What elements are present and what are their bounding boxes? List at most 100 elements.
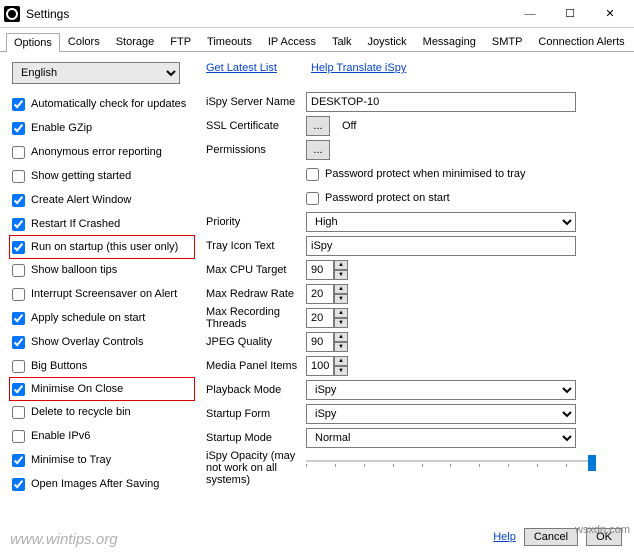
tab-ftp[interactable]: FTP: [162, 32, 199, 51]
watermark2: wsxdn.com: [575, 524, 630, 536]
language-select[interactable]: English: [12, 62, 180, 84]
max-rec-up[interactable]: ▲: [334, 308, 348, 318]
ipv6-label: Enable IPv6: [31, 430, 90, 442]
alert-window-label: Create Alert Window: [31, 194, 131, 206]
priority-select[interactable]: High: [306, 212, 576, 232]
apply-sched-label: Apply schedule on start: [31, 312, 145, 324]
pw-start-label: Password protect on start: [325, 192, 450, 204]
recycle-checkbox[interactable]: [12, 406, 25, 419]
jpeg-label: JPEG Quality: [206, 336, 306, 348]
jpeg-down[interactable]: ▼: [334, 342, 348, 352]
media-items-down[interactable]: ▼: [334, 366, 348, 376]
max-rec-down[interactable]: ▼: [334, 318, 348, 328]
open-after-save-label: Open Images After Saving: [31, 478, 159, 490]
restart-crash-checkbox[interactable]: [12, 218, 25, 231]
tab-smtp[interactable]: SMTP: [484, 32, 531, 51]
slider-thumb-icon[interactable]: [588, 455, 596, 471]
open-after-save-checkbox[interactable]: [12, 478, 25, 491]
max-redraw-input[interactable]: [306, 284, 334, 304]
balloon-label: Show balloon tips: [31, 264, 117, 276]
interrupt-ss-checkbox[interactable]: [12, 288, 25, 301]
minimise-close-label: Minimise On Close: [31, 383, 123, 395]
help-link[interactable]: Help: [493, 531, 516, 543]
tab-ip-access[interactable]: IP Access: [260, 32, 324, 51]
gzip-checkbox[interactable]: [12, 122, 25, 135]
server-name-label: iSpy Server Name: [206, 96, 306, 108]
tab-talk[interactable]: Talk: [324, 32, 360, 51]
startup-form-select[interactable]: iSpy: [306, 404, 576, 424]
playback-label: Playback Mode: [206, 384, 306, 396]
balloon-checkbox[interactable]: [12, 264, 25, 277]
opacity-slider[interactable]: [306, 450, 596, 467]
getting-started-label: Show getting started: [31, 170, 131, 182]
pw-start-checkbox[interactable]: [306, 192, 319, 205]
jpeg-input[interactable]: [306, 332, 334, 352]
tray-text-input[interactable]: [306, 236, 576, 256]
alert-window-checkbox[interactable]: [12, 194, 25, 207]
tab-options[interactable]: Options: [6, 33, 60, 52]
max-redraw-up[interactable]: ▲: [334, 284, 348, 294]
media-items-input[interactable]: [306, 356, 334, 376]
startup-mode-select[interactable]: Normal: [306, 428, 576, 448]
auto-update-checkbox[interactable]: [12, 98, 25, 111]
max-cpu-input[interactable]: [306, 260, 334, 280]
media-items-up[interactable]: ▲: [334, 356, 348, 366]
min-tray-label: Minimise to Tray: [31, 454, 111, 466]
tab-messaging[interactable]: Messaging: [415, 32, 484, 51]
max-cpu-label: Max CPU Target: [206, 264, 306, 276]
jpeg-up[interactable]: ▲: [334, 332, 348, 342]
interrupt-ss-label: Interrupt Screensaver on Alert: [31, 288, 177, 300]
min-tray-checkbox[interactable]: [12, 454, 25, 467]
apply-sched-checkbox[interactable]: [12, 312, 25, 325]
tray-text-label: Tray Icon Text: [206, 240, 306, 252]
tab-timeouts[interactable]: Timeouts: [199, 32, 260, 51]
anon-err-checkbox[interactable]: [12, 146, 25, 159]
close-button[interactable]: ✕: [590, 1, 630, 27]
recycle-label: Delete to recycle bin: [31, 406, 131, 418]
overlay-checkbox[interactable]: [12, 336, 25, 349]
minimize-button[interactable]: —: [510, 1, 550, 27]
ipv6-checkbox[interactable]: [12, 430, 25, 443]
priority-label: Priority: [206, 216, 306, 228]
window-title: Settings: [26, 7, 510, 21]
overlay-label: Show Overlay Controls: [31, 336, 144, 348]
tab-colors[interactable]: Colors: [60, 32, 108, 51]
titlebar: Settings — ☐ ✕: [0, 0, 634, 28]
restart-crash-label: Restart If Crashed: [31, 218, 120, 230]
big-buttons-label: Big Buttons: [31, 360, 87, 372]
tab-connection-alerts[interactable]: Connection Alerts: [530, 32, 632, 51]
tab-joystick[interactable]: Joystick: [360, 32, 415, 51]
anon-err-label: Anonymous error reporting: [31, 146, 162, 158]
minimise-close-checkbox[interactable]: [12, 383, 25, 396]
translate-link[interactable]: Help Translate iSpy: [311, 62, 406, 74]
watermark: www.wintips.org: [10, 531, 118, 548]
tab-storage[interactable]: Storage: [108, 32, 163, 51]
gzip-label: Enable GZip: [31, 122, 92, 134]
startup-mode-label: Startup Mode: [206, 432, 306, 444]
permissions-button[interactable]: ...: [306, 140, 330, 160]
getting-started-checkbox[interactable]: [12, 170, 25, 183]
max-cpu-down[interactable]: ▼: [334, 270, 348, 280]
auto-update-label: Automatically check for updates: [31, 98, 186, 110]
run-startup-checkbox[interactable]: [12, 241, 25, 254]
ssl-label: SSL Certificate: [206, 120, 306, 132]
max-rec-label: Max Recording Threads: [206, 306, 306, 330]
server-name-input[interactable]: [306, 92, 576, 112]
media-items-label: Media Panel Items: [206, 360, 306, 372]
playback-select[interactable]: iSpy: [306, 380, 576, 400]
run-startup-label: Run on startup (this user only): [31, 241, 178, 253]
cancel-button[interactable]: Cancel: [524, 528, 578, 546]
maximize-button[interactable]: ☐: [550, 1, 590, 27]
max-redraw-down[interactable]: ▼: [334, 294, 348, 304]
max-cpu-up[interactable]: ▲: [334, 260, 348, 270]
tab-strip: Options Colors Storage FTP Timeouts IP A…: [0, 28, 634, 52]
big-buttons-checkbox[interactable]: [12, 360, 25, 373]
app-icon: [4, 6, 20, 22]
get-latest-link[interactable]: Get Latest List: [206, 62, 277, 74]
pw-min-tray-checkbox[interactable]: [306, 168, 319, 181]
max-rec-input[interactable]: [306, 308, 334, 328]
ssl-browse-button[interactable]: ...: [306, 116, 330, 136]
permissions-label: Permissions: [206, 144, 306, 156]
ssl-off-text: Off: [342, 120, 356, 132]
pw-min-tray-label: Password protect when minimised to tray: [325, 168, 526, 180]
